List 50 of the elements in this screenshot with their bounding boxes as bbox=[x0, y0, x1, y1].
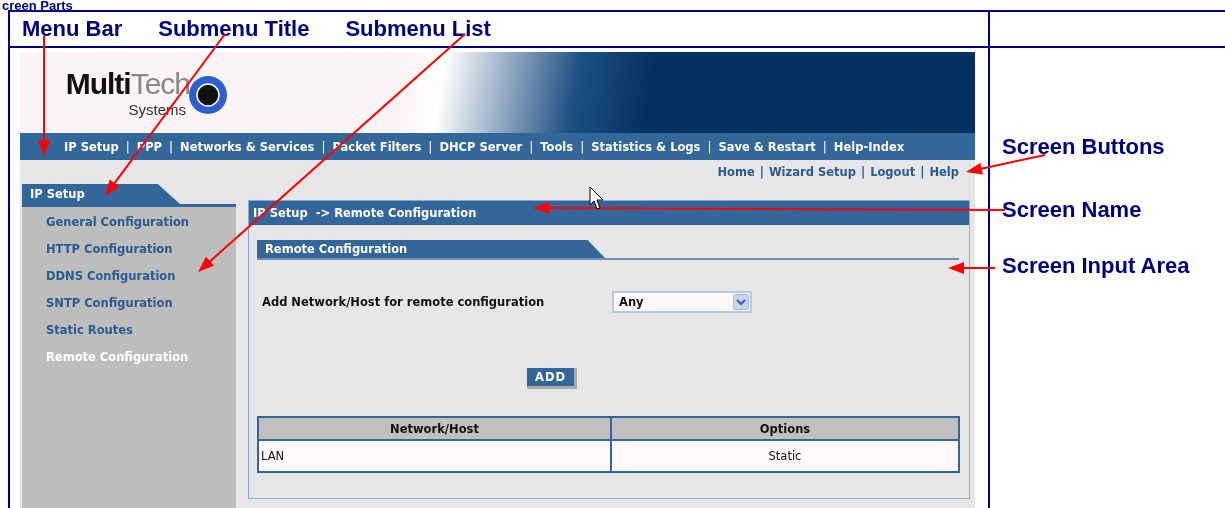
column-header: Options bbox=[611, 417, 959, 440]
section-title: Remote Configuration bbox=[257, 240, 605, 258]
menu-item[interactable]: Tools bbox=[540, 139, 574, 154]
callout-label: Submenu Title bbox=[158, 16, 310, 42]
field-label: Add Network/Host for remote configuration bbox=[261, 295, 546, 309]
menu-separator: | bbox=[529, 139, 534, 154]
menu-item[interactable]: Statistics & Logs bbox=[591, 139, 701, 154]
menu-item[interactable]: IP Setup bbox=[64, 139, 119, 154]
page-heading: creen Parts bbox=[1, 0, 74, 10]
screen-name: IP Setup -> Remote Configuration bbox=[249, 201, 969, 225]
logo-text: Multi bbox=[65, 67, 131, 101]
link-separator: | bbox=[920, 165, 925, 180]
menu-item[interactable]: DHCP Server bbox=[439, 139, 523, 154]
callout-label: Menu Bar bbox=[22, 16, 123, 42]
submenu-item[interactable]: HTTP Configuration bbox=[22, 236, 236, 263]
callout-label: Screen Input Area bbox=[1002, 253, 1190, 279]
submenu-item[interactable]: Static Routes bbox=[22, 317, 236, 344]
menu-item[interactable]: Networks & Services bbox=[180, 139, 315, 154]
logo-text: Tech bbox=[130, 67, 190, 101]
callout-label: Screen Name bbox=[1002, 197, 1142, 223]
screen-link[interactable]: Logout bbox=[870, 165, 916, 180]
link-separator: | bbox=[860, 165, 866, 180]
table-cell: LAN bbox=[258, 440, 611, 472]
menu-separator: | bbox=[125, 139, 130, 154]
screen-link[interactable]: Wizard Setup bbox=[768, 165, 856, 180]
add-button[interactable]: ADD bbox=[527, 368, 577, 389]
mouse-cursor-icon bbox=[589, 186, 604, 210]
host-select[interactable]: Any bbox=[612, 291, 752, 313]
menu-separator: | bbox=[321, 139, 326, 154]
menu-separator: | bbox=[580, 139, 585, 154]
callout-label: Screen Buttons bbox=[1002, 134, 1165, 160]
submenu-item[interactable]: SNTP Configuration bbox=[22, 290, 236, 317]
submenu-item[interactable]: DDNS Configuration bbox=[22, 263, 236, 290]
submenu-item[interactable]: General Configuration bbox=[22, 209, 236, 236]
submenu-title: IP Setup bbox=[22, 184, 180, 204]
menu-separator: | bbox=[169, 139, 174, 154]
menu-separator: | bbox=[822, 139, 827, 154]
dropdown-caret-icon bbox=[733, 294, 749, 310]
menu-separator: | bbox=[707, 139, 712, 154]
logo-ring-icon bbox=[188, 74, 228, 115]
column-header: Network/Host bbox=[258, 417, 611, 440]
menu-item[interactable]: Save & Restart bbox=[718, 139, 816, 154]
callout-label: Submenu List bbox=[345, 16, 491, 42]
menu-item[interactable]: Help-Index bbox=[833, 139, 905, 154]
table-cell: Static bbox=[611, 440, 959, 472]
screen-link[interactable]: Home bbox=[717, 165, 755, 180]
menu-separator: | bbox=[428, 139, 433, 154]
annotation-arrow bbox=[948, 262, 996, 274]
screen-link[interactable]: Help bbox=[929, 165, 959, 180]
link-separator: | bbox=[759, 165, 764, 180]
